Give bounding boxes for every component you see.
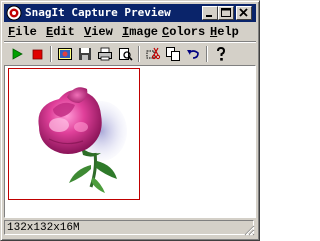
stop-icon	[32, 49, 43, 60]
print-icon	[98, 47, 112, 61]
menu-bar: File Edit View Image Colors Help	[4, 23, 256, 41]
capture-button[interactable]	[56, 45, 74, 63]
toolbar	[4, 43, 256, 65]
menu-view[interactable]: View	[84, 25, 113, 39]
snagit-app-icon[interactable]	[6, 5, 22, 21]
print-preview-button[interactable]	[116, 45, 134, 63]
undo-icon	[187, 50, 199, 59]
menu-file[interactable]: File	[8, 25, 37, 39]
save-icon	[79, 48, 91, 60]
help-button[interactable]	[212, 45, 230, 63]
maximize-icon	[221, 8, 231, 17]
help-icon	[217, 46, 226, 61]
menu-help[interactable]: Help	[210, 25, 239, 39]
menu-colors[interactable]: Colors	[162, 25, 205, 39]
save-button[interactable]	[76, 45, 94, 63]
rose-image	[38, 87, 127, 193]
copy-icon	[166, 47, 180, 61]
preview-area[interactable]	[4, 65, 256, 218]
close-button[interactable]	[236, 6, 252, 20]
maximize-button[interactable]	[218, 6, 234, 20]
play-button[interactable]	[8, 45, 26, 63]
minimize-icon	[206, 15, 212, 17]
play-icon	[12, 48, 23, 60]
stop-button[interactable]	[28, 45, 46, 63]
menu-edit[interactable]: Edit	[46, 25, 75, 39]
toolbar-separator	[206, 46, 208, 62]
cut-icon	[146, 47, 161, 60]
resize-grip-icon[interactable]	[243, 224, 255, 236]
print-button[interactable]	[96, 45, 114, 63]
print-preview-icon	[119, 48, 133, 61]
status-bar: 132x132x16M	[4, 220, 256, 237]
capture-icon	[58, 48, 72, 60]
cut-button[interactable]	[144, 45, 162, 63]
snagit-preview-window: SnagIt Capture Preview File Edit View Im…	[0, 0, 260, 241]
image-info-status: 132x132x16M	[4, 220, 254, 235]
toolbar-separator	[138, 46, 140, 62]
close-icon	[239, 8, 248, 17]
copy-button[interactable]	[164, 45, 182, 63]
captured-image-frame	[8, 68, 140, 200]
undo-button[interactable]	[184, 45, 202, 63]
toolbar-separator	[50, 46, 52, 62]
window-title: SnagIt Capture Preview	[25, 6, 171, 19]
title-bar[interactable]: SnagIt Capture Preview	[4, 4, 256, 22]
minimize-button[interactable]	[202, 6, 218, 20]
menu-image[interactable]: Image	[122, 25, 158, 39]
